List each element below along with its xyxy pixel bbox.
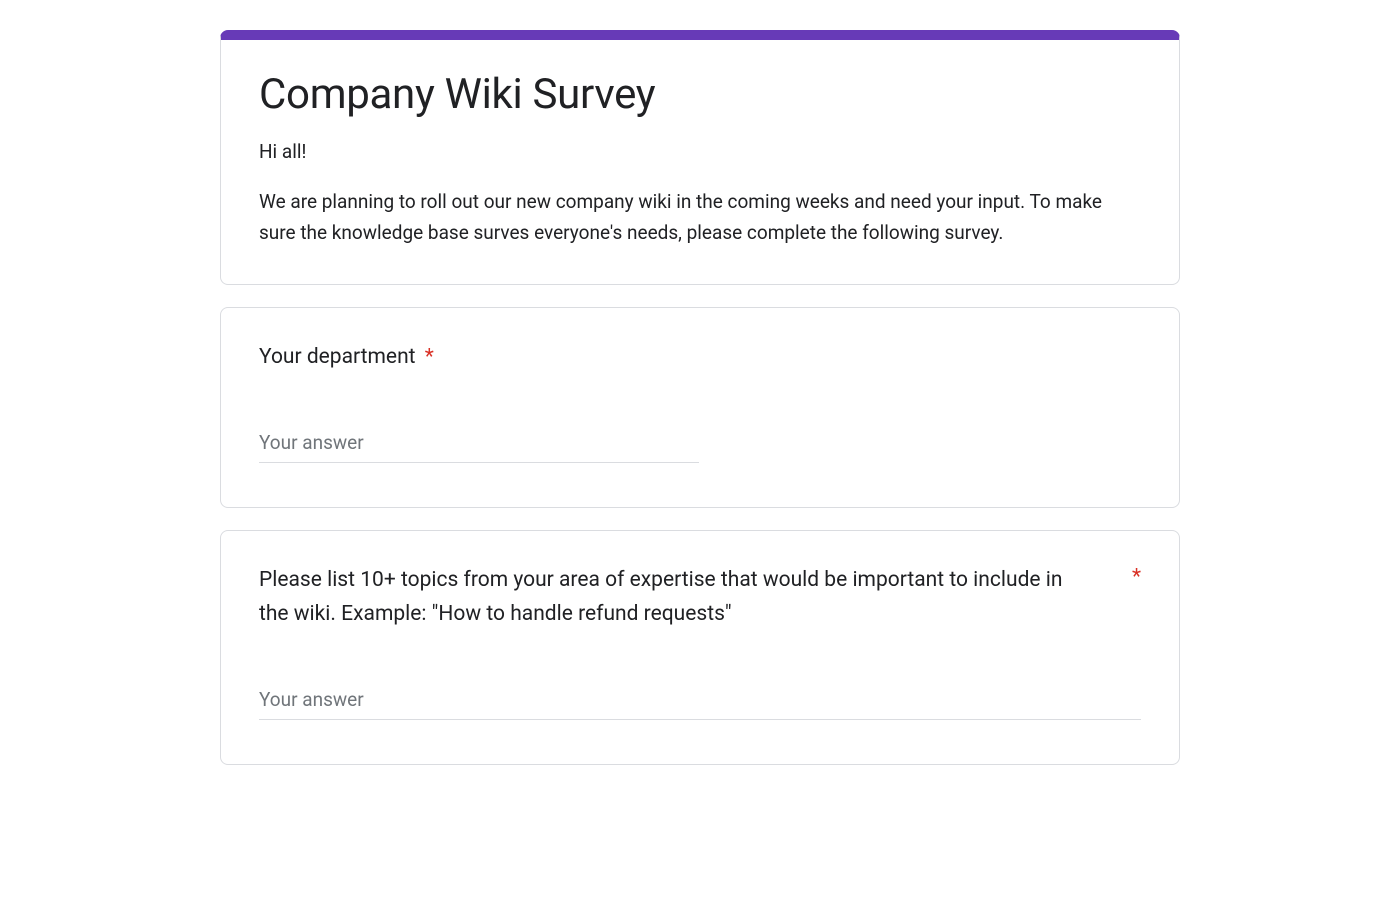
form-container: Company Wiki Survey Hi all! We are plann… bbox=[220, 30, 1180, 765]
topics-input[interactable] bbox=[259, 684, 1141, 720]
required-asterisk: * bbox=[1132, 563, 1141, 589]
header-card: Company Wiki Survey Hi all! We are plann… bbox=[220, 30, 1180, 285]
question-label-text: Your department bbox=[259, 345, 416, 369]
question-card-department: Your department * bbox=[220, 307, 1180, 508]
question-label: Your department * bbox=[259, 340, 1141, 375]
form-description: Hi all! We are planning to roll out our … bbox=[259, 137, 1141, 248]
form-description-greeting: Hi all! bbox=[259, 140, 306, 163]
question-label-row: Please list 10+ topics from your area of… bbox=[259, 563, 1141, 632]
question-label-row: Your department * bbox=[259, 340, 1141, 375]
form-description-body: We are planning to roll out our new comp… bbox=[259, 190, 1102, 243]
required-asterisk: * bbox=[425, 345, 434, 369]
form-title: Company Wiki Survey bbox=[259, 70, 1141, 119]
question-label-text: Please list 10+ topics from your area of… bbox=[259, 563, 1092, 632]
question-card-topics: Please list 10+ topics from your area of… bbox=[220, 530, 1180, 765]
department-input[interactable] bbox=[259, 427, 699, 463]
